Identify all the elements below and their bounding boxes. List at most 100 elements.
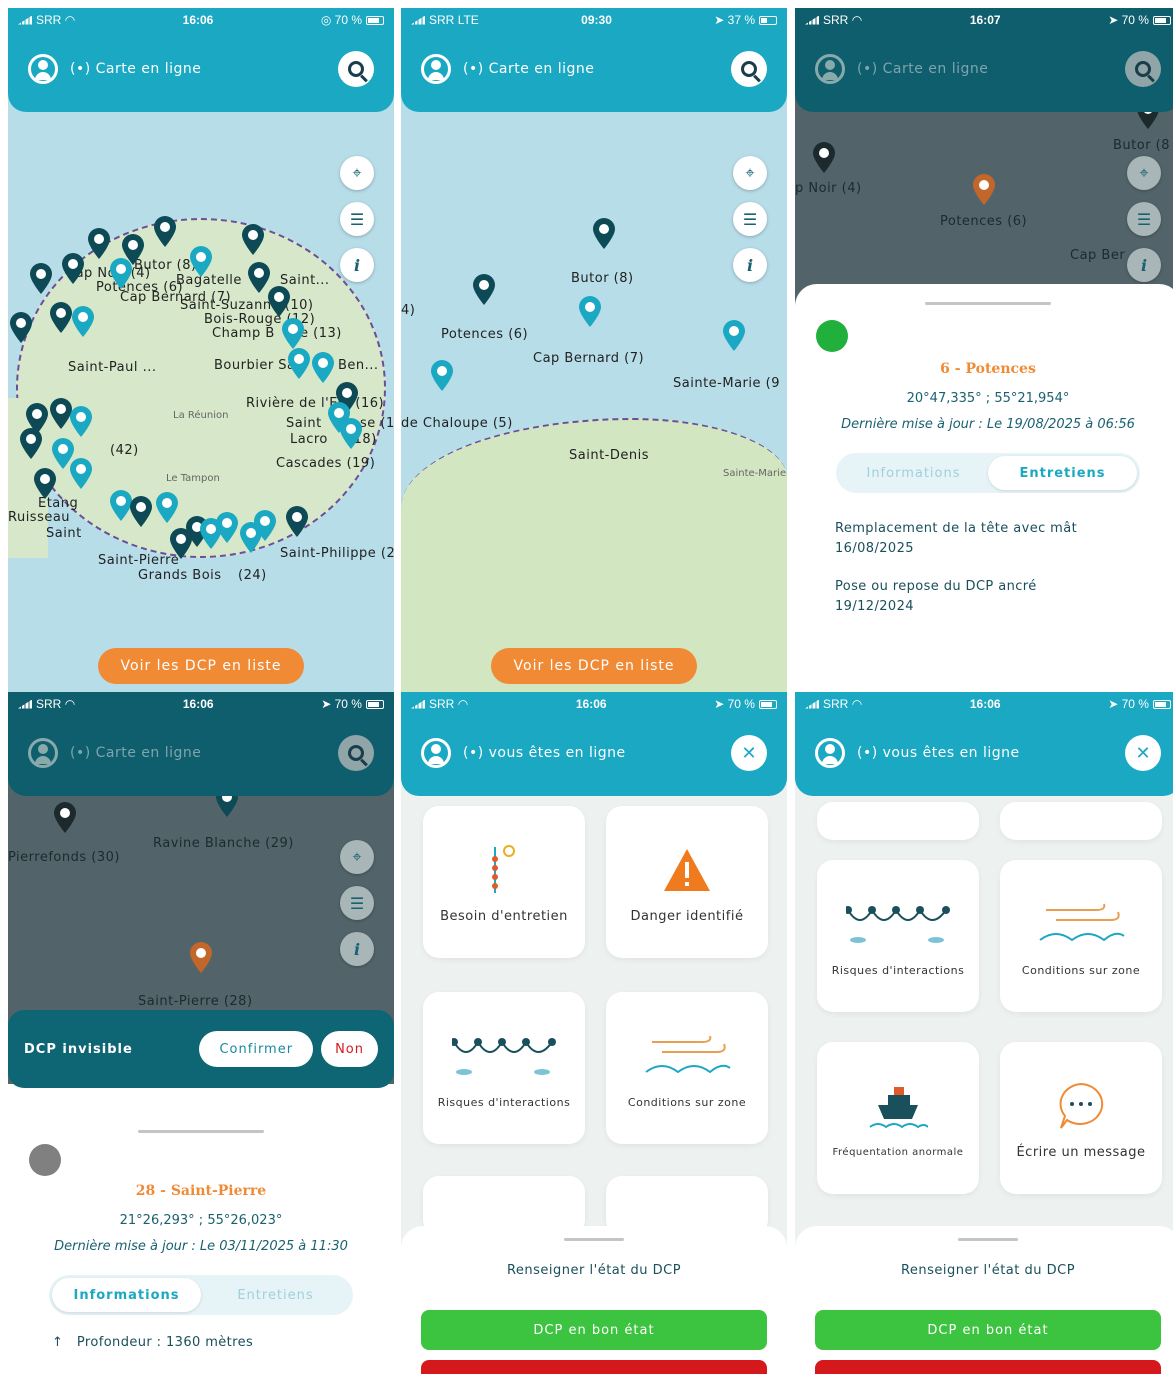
tab-entretiens[interactable]: Entretiens [201,1278,350,1312]
profile-avatar[interactable] [28,54,58,84]
sheet-grabber[interactable] [925,302,1051,305]
dcp-marker-pin-icon[interactable] [168,528,194,560]
info-button[interactable]: i [1127,248,1161,282]
report-card-conditions[interactable]: Conditions sur zone [1000,860,1162,1012]
search-icon [741,61,757,77]
profile-avatar[interactable] [815,54,845,84]
dcp-marker-pin-icon[interactable] [152,216,178,248]
dcp-marker-pin-icon[interactable] [280,318,306,350]
locate-me-button[interactable]: ⌖ [733,156,767,190]
map-place-label: La Réunion [173,410,229,421]
filter-button[interactable]: ☰ [340,202,374,236]
dcp-marker-pin-icon[interactable] [60,253,86,285]
dcp-marker-pin-icon[interactable] [128,496,154,528]
report-card-conditions[interactable]: Conditions sur zone [606,992,768,1144]
boat-icon [868,1079,928,1137]
locate-me-button[interactable]: ⌖ [1127,156,1161,190]
dcp-marker-pin-icon[interactable] [286,348,312,380]
dcp-marker-pin-icon[interactable] [284,506,310,538]
close-button[interactable]: ✕ [731,735,767,771]
search-button[interactable] [338,51,374,87]
report-card-interactions[interactable]: Risques d'interactions [423,992,585,1144]
report-card-partial[interactable] [1000,802,1162,840]
clock: 16:06 [182,13,214,27]
info-button[interactable]: i [733,248,767,282]
info-icon: i [353,939,361,959]
no-button[interactable]: Non [321,1031,378,1067]
dcp-marker-pin-icon[interactable] [471,274,497,306]
list-view-button[interactable]: Voir les DCP en liste [491,648,697,684]
search-button[interactable] [731,51,767,87]
sheet-grabber[interactable] [958,1238,1018,1241]
close-icon: ✕ [1135,742,1151,764]
sheet-grabber[interactable] [564,1238,624,1241]
dcp-marker-pin-icon[interactable] [8,312,34,344]
sliders-icon: ☰ [349,209,365,229]
dcp-invisible-lost-button[interactable]: DCP invisible/perdu [421,1360,767,1374]
dcp-marker-pin-icon[interactable] [154,492,180,524]
list-view-button[interactable]: Voir les DCP en liste [98,648,304,684]
online-signal-icon: (•) [857,745,878,761]
report-card-interactions[interactable]: Risques d'interactions [817,860,979,1012]
search-icon [348,61,364,77]
dcp-marker-pin-icon[interactable] [721,320,747,352]
dcp-marker-pin-icon[interactable] [811,142,837,174]
screen-dcp-detail-potences: SRR ◠ 16:07 ➤ 70 % (•) Carte en ligne Bu… [795,8,1173,692]
filter-button[interactable]: ☰ [1127,202,1161,236]
crosshair-icon: ⌖ [352,163,362,182]
filter-button[interactable]: ☰ [733,202,767,236]
info-button[interactable]: i [340,932,374,966]
dcp-marker-pin-icon[interactable] [214,512,240,544]
profile-avatar[interactable] [421,54,451,84]
tab-informations[interactable]: Informations [839,456,988,490]
tab-informations[interactable]: Informations [52,1278,201,1312]
dcp-marker-pin-icon[interactable] [68,406,94,438]
report-card-traffic[interactable]: Fréquentation anormale [817,1042,979,1194]
map-view[interactable]: La Réunion Le Tampon Cap Noir (4) Butor … [8,98,394,692]
search-button[interactable] [338,735,374,771]
dcp-good-state-button[interactable]: DCP en bon état [815,1310,1161,1350]
dcp-invisible-lost-button[interactable]: DCP invisible/perdu [815,1360,1161,1374]
dcp-marker-pin-icon[interactable] [32,468,58,500]
locate-me-button[interactable]: ⌖ [340,156,374,190]
dcp-marker-pin-icon[interactable] [188,246,214,278]
dcp-marker-pin-icon[interactable] [252,510,278,542]
info-button[interactable]: i [340,248,374,282]
dcp-marker-pin-icon[interactable] [188,942,214,974]
tab-entretiens[interactable]: Entretiens [988,456,1137,490]
report-card-danger[interactable]: Danger identifié [606,806,768,958]
dcp-marker-pin-icon[interactable] [108,258,134,290]
dcp-marker-pin-icon[interactable] [971,174,997,206]
filter-button[interactable]: ☰ [340,886,374,920]
dcp-marker-pin-icon[interactable] [310,352,336,384]
wifi-icon: ◠ [851,697,863,711]
dcp-marker-pin-icon[interactable] [266,286,292,318]
close-button[interactable]: ✕ [1125,735,1161,771]
dcp-marker-pin-icon[interactable] [338,418,364,450]
map-view[interactable]: Butor (8) Potences (6) Cap Bernard (7) S… [401,98,787,692]
locate-me-button[interactable]: ⌖ [340,840,374,874]
dcp-marker-pin-icon[interactable] [429,360,455,392]
report-card-maintenance[interactable]: Besoin d'entretien [423,806,585,958]
dcp-marker-pin-icon[interactable] [70,306,96,338]
report-card-message[interactable]: Écrire un message [1000,1042,1162,1194]
dcp-marker-pin-icon[interactable] [577,296,603,328]
report-card-partial[interactable] [817,802,979,840]
dcp-marker-pin-icon[interactable] [28,263,54,295]
dcp-marker-pin-icon[interactable] [68,458,94,490]
dcp-good-state-button[interactable]: DCP en bon état [421,1310,767,1350]
confirm-button[interactable]: Confirmer [199,1031,314,1067]
dcp-marker-pin-icon[interactable] [18,428,44,460]
dcp-label: 4) [401,303,416,318]
profile-avatar[interactable] [28,738,58,768]
dcp-marker-pin-icon[interactable] [240,224,266,256]
search-button[interactable] [1125,51,1161,87]
dcp-marker-pin-icon[interactable] [52,802,78,834]
profile-avatar[interactable] [815,738,845,768]
dcp-marker-pin-icon[interactable] [591,218,617,250]
sheet-grabber[interactable] [138,1130,264,1133]
dcp-coordinates: 20°47,335° ; 55°21,954° [906,391,1070,406]
profile-avatar[interactable] [421,738,451,768]
wifi-icon: ◠ [64,13,76,27]
dcp-marker-pin-icon[interactable] [86,228,112,260]
